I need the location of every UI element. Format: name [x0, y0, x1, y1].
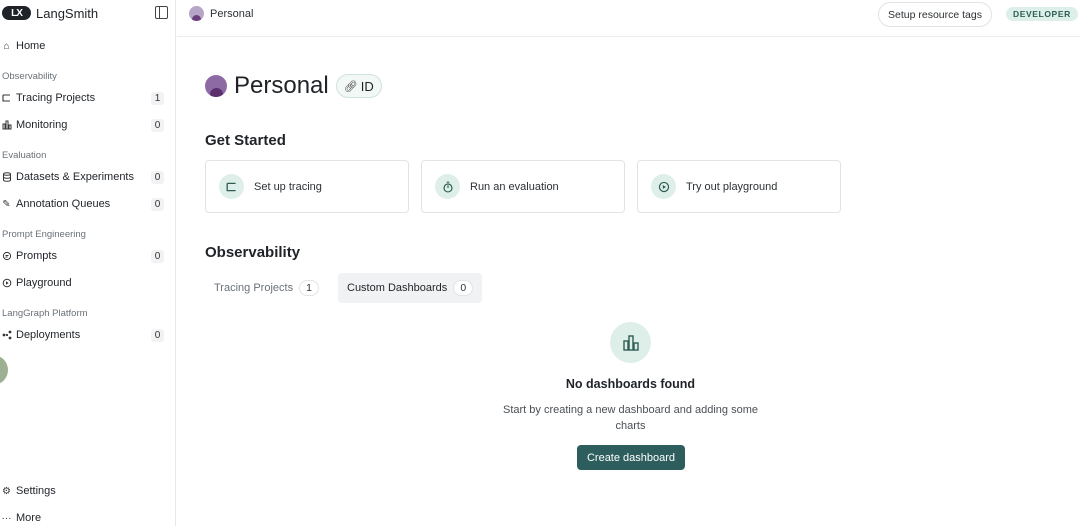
stopwatch-icon [435, 174, 460, 199]
gear-icon: ⚙ [2, 485, 11, 497]
play-icon [651, 174, 676, 199]
sidebar-item-label: More [16, 512, 42, 524]
count-badge: 1 [151, 91, 164, 105]
sidebar-item-annotation-queues[interactable]: ✎ Annotation Queues 0 [0, 193, 176, 215]
ellipsis-icon: ··· [1, 512, 12, 524]
tab-count: 1 [299, 280, 320, 296]
create-dashboard-button[interactable]: Create dashboard [577, 445, 685, 470]
try-playground-card[interactable]: Try out playground [637, 160, 841, 213]
sidebar-item-label: Playground [16, 277, 72, 289]
sidebar-item-label: Home [16, 40, 46, 52]
tracing-icon [0, 93, 13, 103]
count-badge: 0 [151, 328, 164, 342]
sidebar-item-more[interactable]: ··· More [0, 507, 176, 526]
sidebar-item-datasets[interactable]: Datasets & Experiments 0 [0, 166, 176, 188]
section-langgraph-platform: LangGraph Platform [2, 308, 88, 319]
database-icon [0, 172, 13, 182]
home-icon: ⌂ [3, 40, 10, 52]
sidebar-item-settings[interactable]: ⚙ Settings [0, 480, 176, 502]
tab-count: 0 [453, 280, 474, 296]
bar-chart-icon [610, 322, 651, 363]
section-evaluation: Evaluation [2, 150, 47, 161]
play-icon [0, 278, 13, 288]
tab-tracing-projects[interactable]: Tracing Projects 1 [205, 273, 328, 303]
sidebar-toggle-icon[interactable] [155, 6, 168, 19]
breadcrumb[interactable]: Personal [189, 6, 253, 21]
observability-title: Observability [205, 244, 301, 261]
brand-name: LangSmith [36, 5, 99, 21]
workspace-avatar-icon [189, 6, 204, 21]
run-evaluation-card[interactable]: Run an evaluation [421, 160, 625, 213]
sidebar-item-prompts[interactable]: Prompts 0 [0, 245, 176, 267]
count-badge: 0 [151, 170, 164, 184]
bar-chart-icon [0, 120, 13, 130]
sidebar-item-home[interactable]: ⌂ Home [0, 35, 176, 57]
get-started-title: Get Started [205, 132, 286, 149]
sidebar-item-deployments[interactable]: Deployments 0 [0, 324, 176, 346]
tab-label: Tracing Projects [214, 282, 294, 294]
sidebar: LX LangSmith ⌂ Home Observability Tracin… [0, 0, 176, 526]
sidebar-item-label: Monitoring [16, 119, 68, 131]
setup-resource-tags-button[interactable]: Setup resource tags [878, 2, 992, 27]
workspace-avatar-icon [205, 75, 227, 97]
sidebar-item-tracing-projects[interactable]: Tracing Projects 1 [0, 87, 176, 109]
langsmith-logo: LX [2, 6, 31, 20]
count-badge: 0 [151, 118, 164, 132]
topbar: Personal Setup resource tags DEVELOPER [177, 0, 1080, 37]
sidebar-item-label: Settings [16, 485, 56, 497]
section-prompt-engineering: Prompt Engineering [2, 229, 86, 240]
sidebar-item-monitoring[interactable]: Monitoring 0 [0, 114, 176, 136]
chat-icon [0, 251, 13, 261]
card-label: Set up tracing [254, 180, 322, 193]
card-label: Run an evaluation [470, 180, 559, 193]
count-badge: 0 [151, 249, 164, 263]
sidebar-item-label: Annotation Queues [16, 198, 111, 210]
page-title: Personal [234, 72, 329, 99]
page-header: Personal 🔗︎ ID [205, 72, 382, 100]
tracing-icon [219, 174, 244, 199]
empty-state-title: No dashboards found [565, 377, 696, 391]
count-badge: 0 [151, 197, 164, 211]
sidebar-item-label: Datasets & Experiments [16, 171, 134, 183]
link-icon: 🔗︎ [343, 80, 358, 93]
sidebar-item-label: Deployments [16, 329, 81, 341]
tab-custom-dashboards[interactable]: Custom Dashboards 0 [338, 273, 483, 303]
card-label: Try out playground [686, 180, 778, 193]
setup-tracing-card[interactable]: Set up tracing [205, 160, 409, 213]
plan-badge: DEVELOPER [1006, 7, 1078, 21]
brand[interactable]: LX LangSmith [2, 5, 98, 21]
section-observability: Observability [2, 71, 57, 82]
breadcrumb-label: Personal [210, 7, 254, 20]
empty-state-description: Start by creating a new dashboard and ad… [503, 404, 758, 432]
sidebar-item-playground[interactable]: Playground [0, 272, 176, 294]
tab-label: Custom Dashboards [347, 282, 448, 294]
sidebar-item-label: Prompts [16, 250, 57, 262]
id-chip-label: ID [360, 78, 374, 94]
pencil-icon: ✎ [2, 198, 11, 210]
graph-icon [0, 330, 13, 340]
copy-id-button[interactable]: 🔗︎ ID [335, 74, 382, 98]
sidebar-item-label: Tracing Projects [16, 92, 96, 104]
